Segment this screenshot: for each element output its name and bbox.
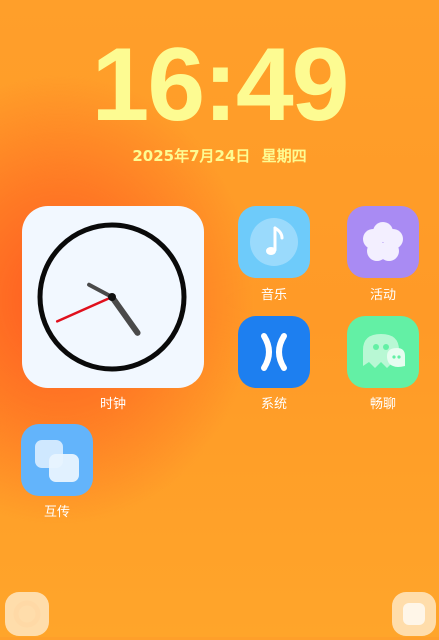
app-music[interactable] (238, 206, 310, 278)
ring-icon (13, 600, 41, 628)
app-share[interactable] (21, 424, 93, 496)
flower-icon (347, 206, 419, 278)
app-music-label: 音乐 (260, 288, 287, 303)
app-chat-label: 畅聊 (369, 397, 396, 412)
music-note-icon (238, 206, 310, 278)
weekday-text: 星期四 (261, 147, 307, 165)
x-cross-icon (238, 316, 310, 388)
hour-hand (109, 294, 141, 336)
app-activity[interactable] (347, 206, 419, 278)
app-system[interactable] (238, 316, 310, 388)
share-squares-icon (21, 424, 93, 496)
app-chat[interactable] (347, 316, 419, 388)
second-hand (55, 295, 114, 323)
lockscreen-date: 2025年7月24日 星期四 (0, 145, 439, 166)
date-text: 2025年7月24日 (132, 147, 251, 165)
camera-shortcut-button[interactable] (5, 592, 49, 636)
app-system-label: 系统 (260, 397, 287, 412)
clock-widget[interactable] (22, 206, 204, 388)
app-activity-label: 活动 (369, 288, 396, 303)
analog-clock-icon (37, 222, 187, 372)
chat-ghost-icon (347, 316, 419, 388)
lockscreen-time: 16:49 (91, 27, 350, 143)
quick-shortcut-button[interactable] (392, 592, 436, 636)
rounded-square-icon (403, 603, 425, 625)
app-share-label: 互传 (43, 505, 70, 520)
clock-label: 时钟 (99, 397, 126, 412)
